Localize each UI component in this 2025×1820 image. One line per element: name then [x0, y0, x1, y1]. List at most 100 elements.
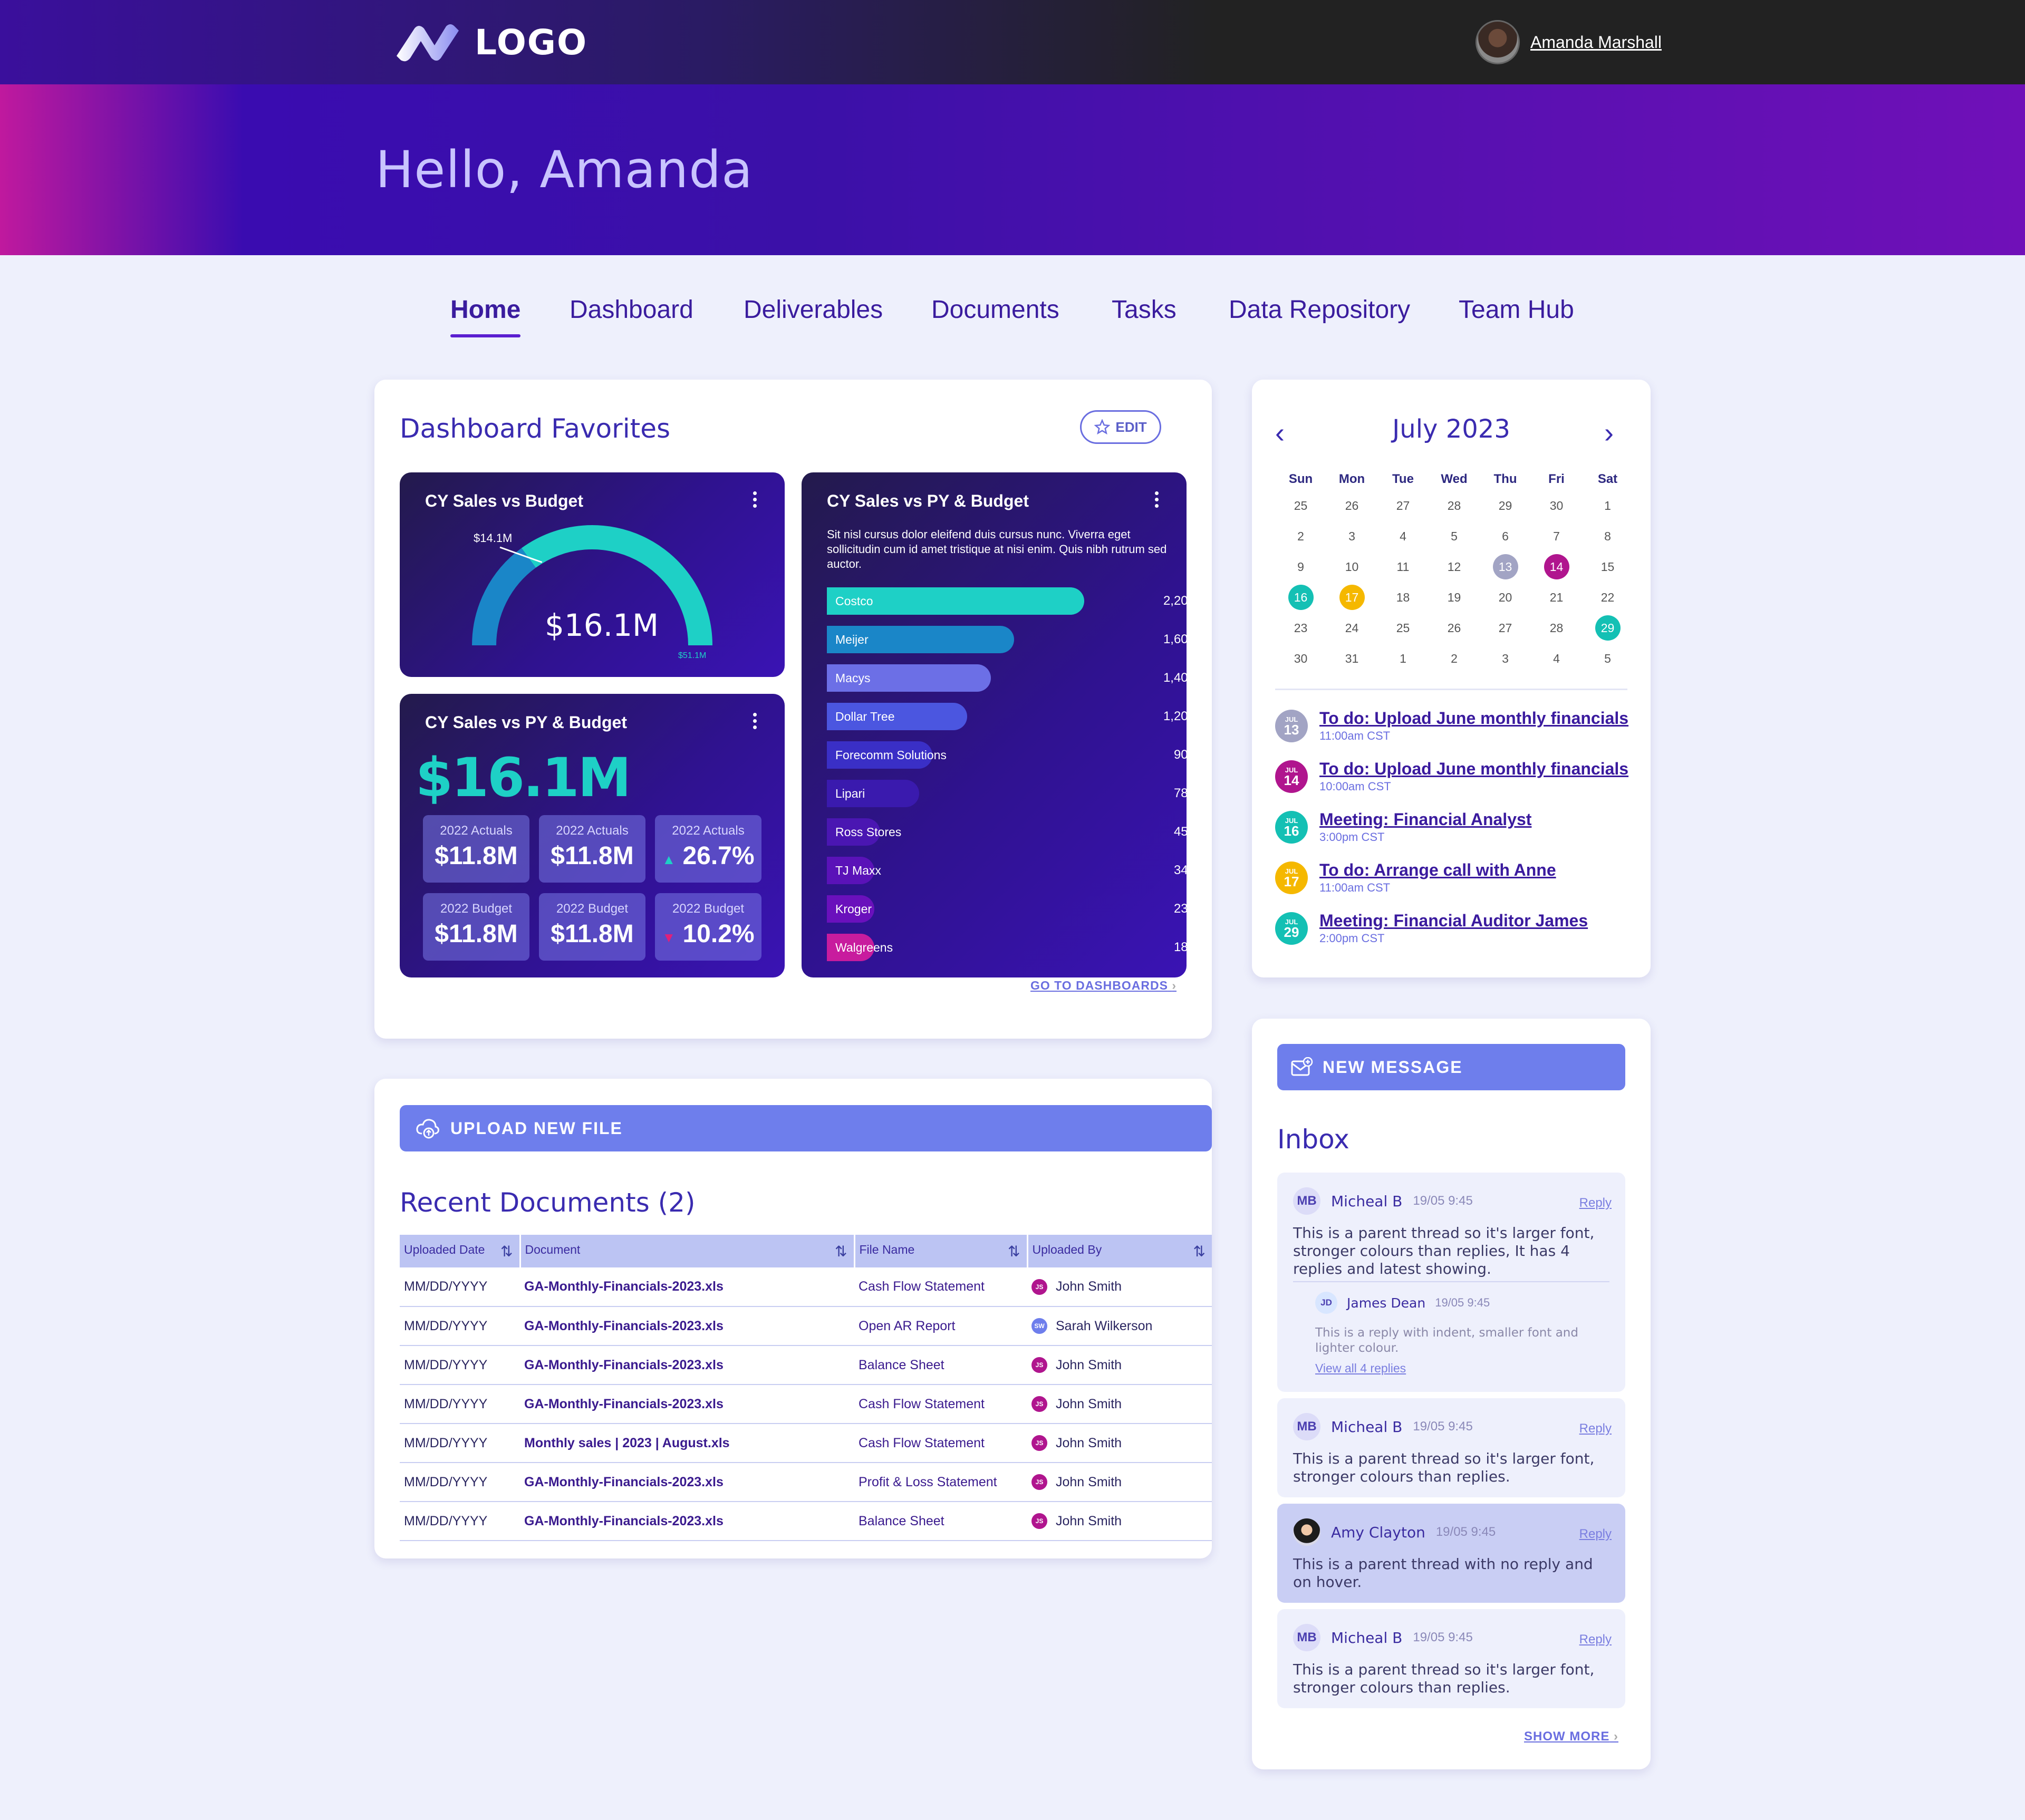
calendar-day[interactable]: 13	[1480, 554, 1531, 579]
calendar-day[interactable]: 25	[1275, 493, 1326, 518]
document-link[interactable]: GA-Monthly-Financials-2023.xls	[520, 1502, 854, 1541]
user-name-link[interactable]: Amanda Marshall	[1530, 33, 1662, 52]
calendar-day[interactable]: 14	[1531, 554, 1582, 579]
edit-button[interactable]: EDIT	[1080, 410, 1161, 444]
calendar-day[interactable]: 10	[1326, 554, 1377, 579]
document-link[interactable]: GA-Monthly-Financials-2023.xls	[520, 1345, 854, 1385]
document-link[interactable]: GA-Monthly-Financials-2023.xls	[520, 1306, 854, 1346]
calendar-day[interactable]: 2	[1429, 646, 1480, 671]
logo[interactable]: LOGO	[393, 21, 587, 63]
reply-link[interactable]: Reply	[1579, 1421, 1612, 1436]
reply-link[interactable]: Reply	[1579, 1632, 1612, 1647]
more-icon[interactable]	[753, 713, 757, 732]
event-title-link[interactable]: Meeting: Financial Analyst	[1319, 810, 1531, 829]
calendar-day[interactable]: 22	[1582, 585, 1633, 610]
calendar-day[interactable]: 9	[1275, 554, 1326, 579]
calendar-day[interactable]: 26	[1326, 493, 1377, 518]
calendar-day[interactable]: 28	[1429, 493, 1480, 518]
calendar-day[interactable]: 27	[1480, 615, 1531, 641]
calendar-day[interactable]: 5	[1582, 646, 1633, 671]
calendar-day[interactable]: 17	[1326, 585, 1377, 610]
chevron-right-icon[interactable]: ›	[1604, 417, 1614, 449]
column-header-file-name[interactable]: File Name ⇅	[854, 1235, 1028, 1267]
calendar-day[interactable]: 12	[1429, 554, 1480, 579]
message-thread[interactable]: MB Micheal B 19/05 9:45 Reply This is a pa…	[1277, 1609, 1625, 1708]
message-thread[interactable]: Amy Clayton 19/05 9:45 Reply This is a pa…	[1277, 1504, 1625, 1603]
nav-dashboard[interactable]: Dashboard	[570, 295, 693, 324]
view-all-replies-link[interactable]: View all 4 replies	[1315, 1361, 1406, 1376]
nav-home[interactable]: Home	[450, 295, 521, 337]
reply-link[interactable]: Reply	[1579, 1527, 1612, 1542]
calendar-day[interactable]: 24	[1326, 615, 1377, 641]
table-row[interactable]: MM/DD/YYYY GA-Monthly-Financials-2023.xl…	[400, 1502, 1212, 1541]
calendar-day[interactable]: 16	[1275, 585, 1326, 610]
calendar-day[interactable]: 1	[1377, 646, 1429, 671]
calendar-day[interactable]: 3	[1326, 524, 1377, 549]
calendar-day[interactable]: 18	[1377, 585, 1429, 610]
calendar-day[interactable]: 30	[1275, 646, 1326, 671]
upload-new-file-button[interactable]: UPLOAD NEW FILE	[400, 1105, 1212, 1151]
calendar-event[interactable]: JUL 29 Meeting: Financial Auditor James 2:…	[1275, 911, 1588, 945]
message-thread[interactable]: MB Micheal B 19/05 9:45 Reply This is a pa…	[1277, 1173, 1625, 1392]
column-header-document[interactable]: Document ⇅	[520, 1235, 855, 1267]
new-message-button[interactable]: NEW MESSAGE	[1277, 1044, 1625, 1090]
calendar-day[interactable]: 11	[1377, 554, 1429, 579]
nav-tasks[interactable]: Tasks	[1112, 295, 1177, 324]
calendar-day[interactable]: 5	[1429, 524, 1480, 549]
calendar-day[interactable]: 19	[1429, 585, 1480, 610]
calendar-day[interactable]: 7	[1531, 524, 1582, 549]
calendar-day[interactable]: 27	[1377, 493, 1429, 518]
message-thread[interactable]: MB Micheal B 19/05 9:45 Reply This is a pa…	[1277, 1398, 1625, 1497]
calendar-day[interactable]: 2	[1275, 524, 1326, 549]
go-to-dashboards-link[interactable]: GO TO DASHBOARDS ›	[1030, 979, 1177, 993]
column-header-uploaded-date[interactable]: Uploaded Date ⇅	[400, 1235, 521, 1267]
event-title-link[interactable]: To do: Upload June monthly financials	[1319, 709, 1628, 728]
calendar-day[interactable]: 15	[1582, 554, 1633, 579]
document-link[interactable]: Monthly sales | 2023 | August.xls	[520, 1424, 854, 1463]
user-menu[interactable]: Amanda Marshall	[1476, 20, 1662, 64]
calendar-day[interactable]: 25	[1377, 615, 1429, 641]
calendar-day[interactable]: 3	[1480, 646, 1531, 671]
nav-team-hub[interactable]: Team Hub	[1459, 295, 1574, 324]
kpi-tile[interactable]: CY Sales vs PY & Budget $16.1M 2022 Actu…	[400, 694, 785, 977]
calendar-day[interactable]: 1	[1582, 493, 1633, 518]
table-row[interactable]: MM/DD/YYYY Monthly sales | 2023 | August…	[400, 1424, 1212, 1463]
bar-chart-tile[interactable]: CY Sales vs PY & Budget Sit nisl cursus …	[802, 472, 1201, 977]
show-more-link[interactable]: SHOW MORE ›	[1524, 1729, 1618, 1744]
calendar-day[interactable]: 6	[1480, 524, 1531, 549]
nav-data-repository[interactable]: Data Repository	[1229, 295, 1410, 324]
table-row[interactable]: MM/DD/YYYY GA-Monthly-Financials-2023.xl…	[400, 1385, 1212, 1424]
calendar-day[interactable]: 23	[1275, 615, 1326, 641]
document-link[interactable]: GA-Monthly-Financials-2023.xls	[520, 1267, 854, 1307]
calendar-day[interactable]: 8	[1582, 524, 1633, 549]
calendar-event[interactable]: JUL 16 Meeting: Financial Analyst 3:00pm C…	[1275, 810, 1531, 844]
calendar-day[interactable]: 29	[1582, 615, 1633, 641]
gauge-tile[interactable]: CY Sales vs Budget $14.1M $16.1M $51.1M	[400, 472, 785, 677]
table-row[interactable]: MM/DD/YYYY GA-Monthly-Financials-2023.xl…	[400, 1267, 1212, 1307]
column-header-uploaded-by[interactable]: Uploaded By ⇅	[1027, 1235, 1212, 1267]
calendar-day[interactable]: 26	[1429, 615, 1480, 641]
reply-link[interactable]: Reply	[1579, 1196, 1612, 1211]
calendar-day[interactable]: 20	[1480, 585, 1531, 610]
calendar-event[interactable]: JUL 17 To do: Arrange call with Anne 11:00…	[1275, 860, 1556, 895]
nav-deliverables[interactable]: Deliverables	[744, 295, 883, 324]
calendar-day[interactable]: 21	[1531, 585, 1582, 610]
calendar-event[interactable]: JUL 14 To do: Upload June monthly financi…	[1275, 759, 1628, 793]
more-icon[interactable]	[1155, 491, 1159, 510]
nav-documents[interactable]: Documents	[931, 295, 1059, 324]
table-row[interactable]: MM/DD/YYYY GA-Monthly-Financials-2023.xl…	[400, 1463, 1212, 1502]
calendar-day[interactable]: 29	[1480, 493, 1531, 518]
calendar-day[interactable]: 30	[1531, 493, 1582, 518]
event-title-link[interactable]: Meeting: Financial Auditor James	[1319, 911, 1588, 931]
calendar-day[interactable]: 4	[1531, 646, 1582, 671]
calendar-day[interactable]: 28	[1531, 615, 1582, 641]
calendar-day[interactable]: 31	[1326, 646, 1377, 671]
calendar-event[interactable]: JUL 13 To do: Upload June monthly financi…	[1275, 709, 1628, 743]
event-title-link[interactable]: To do: Upload June monthly financials	[1319, 759, 1628, 779]
table-row[interactable]: MM/DD/YYYY GA-Monthly-Financials-2023.xl…	[400, 1345, 1212, 1385]
document-link[interactable]: GA-Monthly-Financials-2023.xls	[520, 1385, 854, 1424]
table-row[interactable]: MM/DD/YYYY GA-Monthly-Financials-2023.xl…	[400, 1306, 1212, 1346]
document-link[interactable]: GA-Monthly-Financials-2023.xls	[520, 1463, 854, 1502]
event-title-link[interactable]: To do: Arrange call with Anne	[1319, 860, 1556, 880]
calendar-day[interactable]: 4	[1377, 524, 1429, 549]
